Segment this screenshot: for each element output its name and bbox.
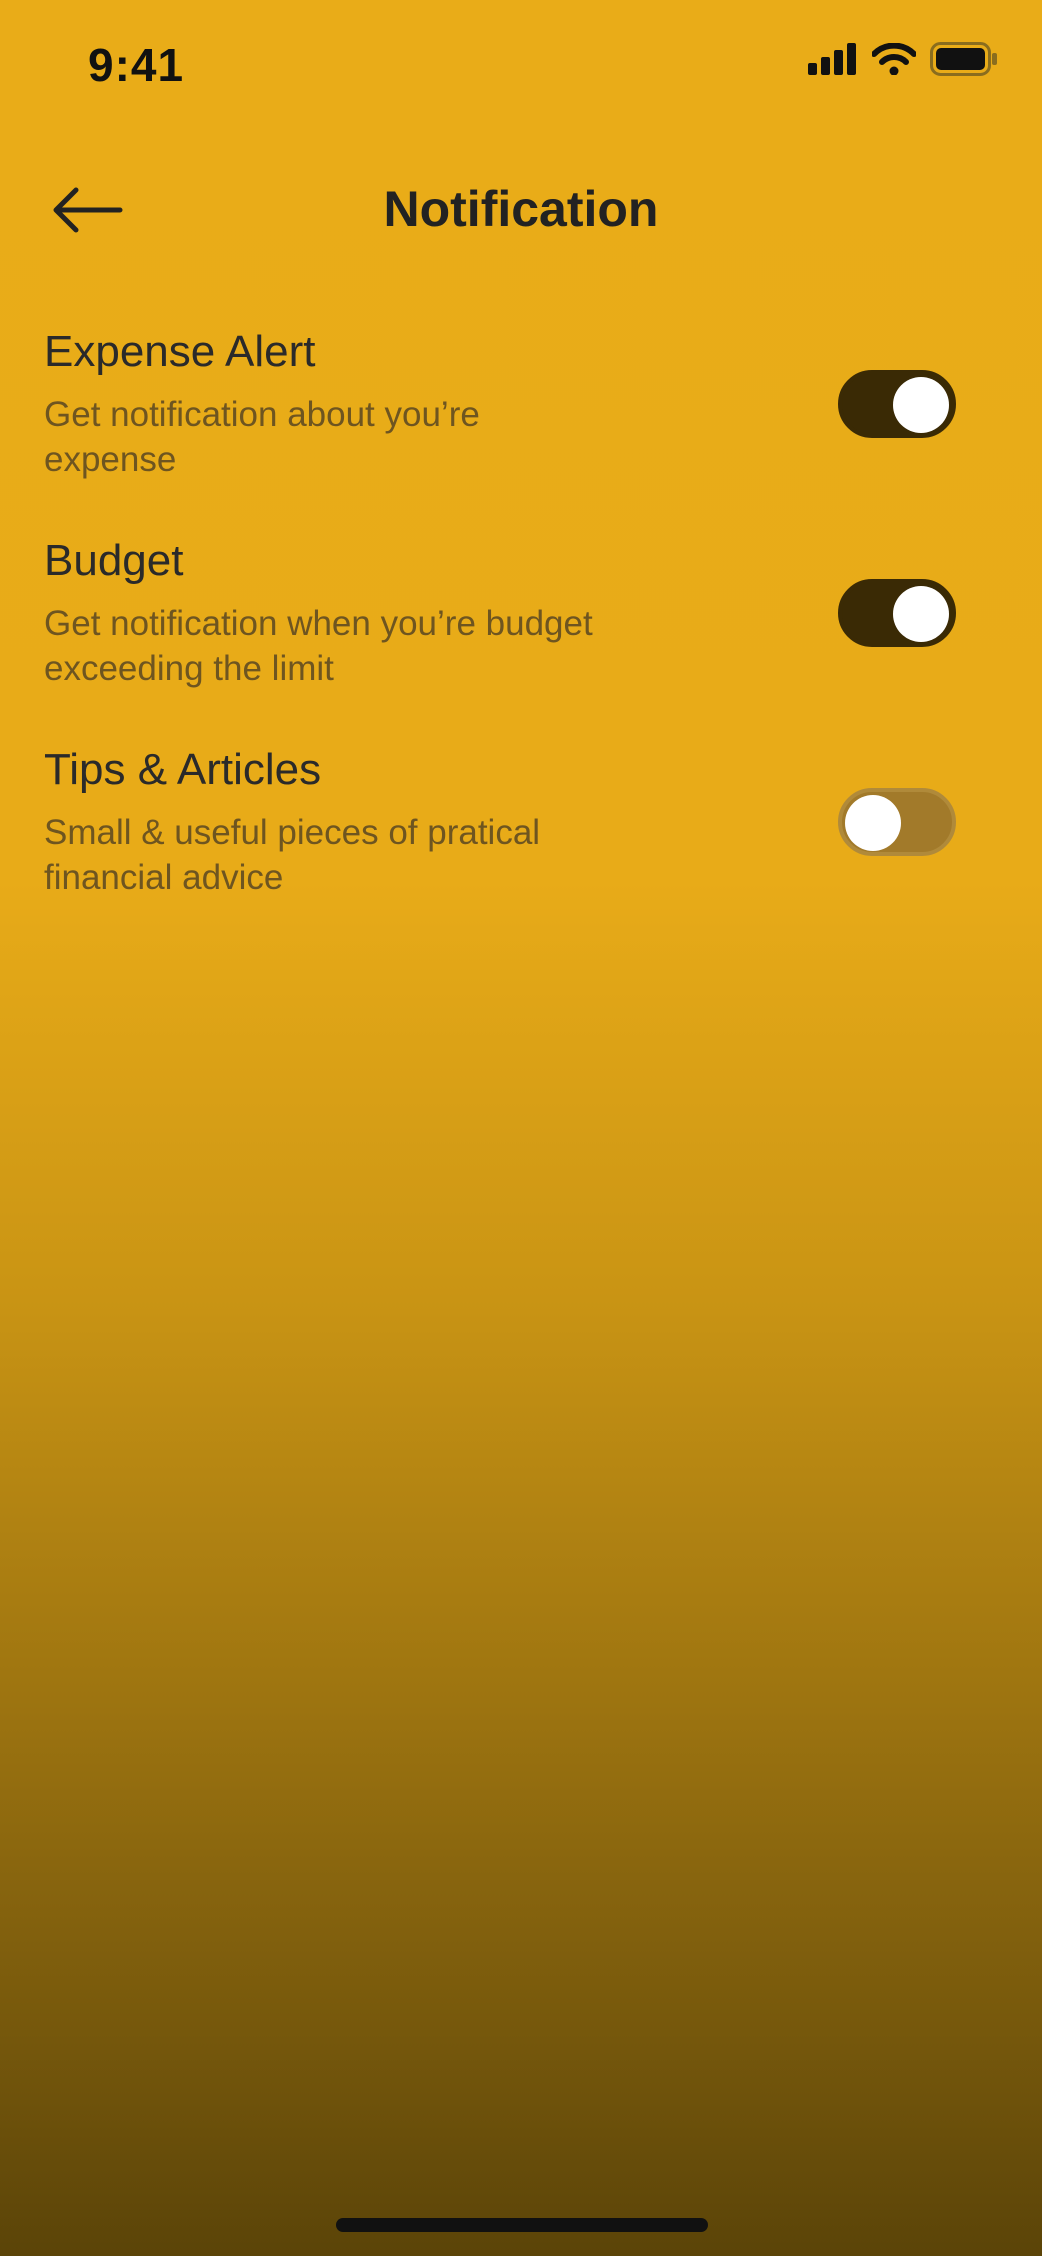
page-title: Notification	[383, 181, 659, 237]
setting-description: Get notification when you’re budget exce…	[44, 604, 593, 688]
header: Notification	[0, 160, 1042, 260]
tips-articles-toggle[interactable]	[838, 788, 956, 856]
notification-screen: 9:41 Notification Expense Alert Get noti…	[0, 0, 1042, 2256]
setting-description: Small & useful pieces of pratical financ…	[44, 813, 541, 897]
toggle-knob	[893, 586, 949, 642]
budget-toggle[interactable]	[838, 579, 956, 647]
signal-icon	[808, 43, 856, 75]
toggle-knob	[845, 795, 901, 851]
setting-budget: Budget Get notification when you’re budg…	[44, 531, 998, 740]
status-time: 9:41	[88, 39, 185, 91]
setting-title: Budget	[44, 536, 184, 585]
setting-title: Expense Alert	[44, 327, 316, 376]
setting-description: Get notification about you’re expense	[44, 395, 480, 479]
setting-title: Tips & Articles	[44, 745, 322, 794]
status-icons	[808, 42, 998, 76]
setting-tips-articles: Tips & Articles Small & useful pieces of…	[44, 740, 998, 949]
settings-list: Expense Alert Get notification about you…	[44, 322, 998, 949]
wifi-icon	[872, 43, 916, 75]
status-bar: 9:41	[0, 0, 1042, 130]
home-indicator	[336, 2218, 708, 2232]
toggle-knob	[893, 377, 949, 433]
battery-icon	[930, 42, 997, 76]
setting-expense-alert: Expense Alert Get notification about you…	[44, 322, 998, 531]
expense-alert-toggle[interactable]	[838, 370, 956, 438]
